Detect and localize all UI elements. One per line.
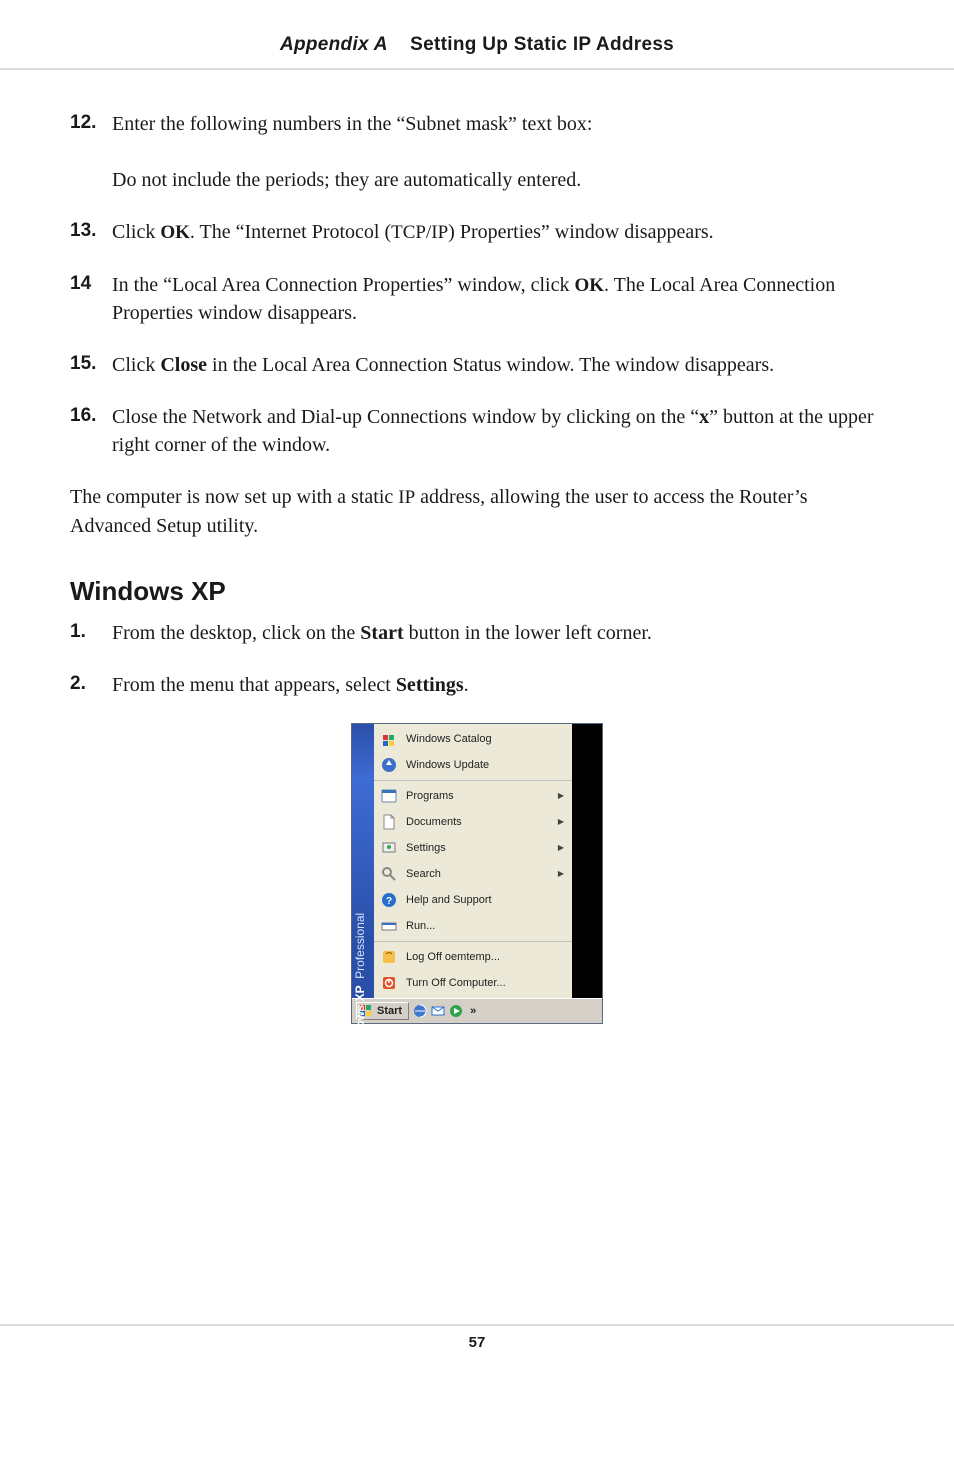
- step-number: 16.: [70, 403, 112, 459]
- step-text: Do not include the periods; they are aut…: [112, 166, 884, 194]
- menu-item-programs[interactable]: Programs ▶: [374, 783, 572, 809]
- xp-step-2: 2. From the menu that appears, select Se…: [70, 671, 884, 699]
- step-text: Click Close in the Local Area Connection…: [112, 351, 884, 379]
- taskbar: Start »: [352, 998, 602, 1023]
- menu-label: Programs: [406, 790, 550, 802]
- settings-label: Settings: [396, 674, 464, 696]
- outlook-icon[interactable]: [431, 1004, 445, 1018]
- chevron-right-icon: ▶: [558, 843, 566, 852]
- menu-item-windows-catalog[interactable]: Windows Catalog: [374, 726, 572, 752]
- appendix-label: Appendix A: [280, 34, 388, 55]
- step-number: 14: [70, 271, 112, 328]
- programs-icon: [380, 787, 398, 805]
- menu-label: Settings: [406, 842, 550, 854]
- close-label: Close: [160, 354, 207, 376]
- step-15: 15. Click Close in the Local Area Connec…: [70, 351, 884, 379]
- logoff-icon: [380, 948, 398, 966]
- start-button-label: Start: [377, 1005, 402, 1017]
- menu-label: Help and Support: [406, 894, 566, 906]
- chevron-right-icon: ▶: [558, 869, 566, 878]
- summary-text: The computer is now set up with a static…: [70, 483, 884, 540]
- run-icon: [380, 917, 398, 935]
- brand-label: Windows XP: [353, 985, 367, 1057]
- menu-item-logoff[interactable]: Log Off oemtemp...: [374, 944, 572, 970]
- svg-text:?: ?: [386, 896, 392, 907]
- help-icon: ?: [380, 891, 398, 909]
- ie-icon[interactable]: [413, 1004, 427, 1018]
- step-text: Enter the following numbers in the “Subn…: [112, 110, 884, 138]
- start-menu-screenshot: Windows XP Professional Windows Catalog: [70, 723, 884, 1024]
- menu-label: Log Off oemtemp...: [406, 951, 566, 963]
- submenu-strip: [572, 724, 602, 998]
- documents-icon: [380, 813, 398, 831]
- ok-label: OK: [574, 275, 604, 296]
- step-number: 12.: [70, 110, 112, 194]
- windows-xp-heading: Windows XP: [70, 576, 884, 607]
- step-text: From the menu that appears, select Setti…: [112, 671, 884, 699]
- power-icon: [380, 974, 398, 992]
- xp-step-1: 1. From the desktop, click on the Start …: [70, 619, 884, 647]
- step-12: 12. Enter the following numbers in the “…: [70, 110, 884, 194]
- menu-item-turnoff[interactable]: Turn Off Computer...: [374, 970, 572, 996]
- menu-item-settings[interactable]: Settings ▶: [374, 835, 572, 861]
- step-number: 13.: [70, 218, 112, 247]
- search-icon: [380, 865, 398, 883]
- menu-item-run[interactable]: Run...: [374, 913, 572, 939]
- step-text: Click OK. The “Internet Protocol (TCP/IP…: [112, 218, 884, 247]
- catalog-icon: [380, 730, 398, 748]
- step-number: 15.: [70, 351, 112, 379]
- step-text: In the “Local Area Connection Properties…: [112, 271, 884, 328]
- menu-label: Search: [406, 868, 550, 880]
- page-footer: 57: [0, 1324, 954, 1351]
- step-number: 2.: [70, 671, 112, 699]
- step-13: 13. Click OK. The “Internet Protocol (TC…: [70, 218, 884, 247]
- menu-item-help[interactable]: ? Help and Support: [374, 887, 572, 913]
- menu-label: Turn Off Computer...: [406, 977, 566, 989]
- step-16: 16. Close the Network and Dial-up Connec…: [70, 403, 884, 459]
- menu-item-search[interactable]: Search ▶: [374, 861, 572, 887]
- step-14: 14 In the “Local Area Connection Propert…: [70, 271, 884, 328]
- tcpip-label: TCP/IP: [391, 222, 448, 243]
- ip-label: IP: [398, 487, 415, 508]
- menu-label: Run...: [406, 920, 566, 932]
- page-number: 57: [469, 1334, 486, 1351]
- menu-item-documents[interactable]: Documents ▶: [374, 809, 572, 835]
- settings-icon: [380, 839, 398, 857]
- start-menu-sideband: Windows XP Professional: [352, 724, 374, 998]
- taskbar-more[interactable]: »: [467, 1005, 479, 1017]
- menu-label: Documents: [406, 816, 550, 828]
- header-title: Setting Up Static IP Address: [410, 34, 674, 55]
- x-label: x: [699, 406, 709, 428]
- step-text: Close the Network and Dial-up Connection…: [112, 403, 884, 459]
- step-text: From the desktop, click on the Start but…: [112, 619, 884, 647]
- menu-label: Windows Update: [406, 759, 566, 771]
- start-label: Start: [360, 622, 403, 644]
- ok-label: OK: [160, 222, 190, 243]
- step-number: 1.: [70, 619, 112, 647]
- menu-label: Windows Catalog: [406, 733, 566, 745]
- menu-item-windows-update[interactable]: Windows Update: [374, 752, 572, 778]
- chevron-right-icon: ▶: [558, 817, 566, 826]
- chevron-right-icon: ▶: [558, 791, 566, 800]
- media-icon[interactable]: [449, 1004, 463, 1018]
- update-icon: [380, 756, 398, 774]
- page-header: Appendix A Setting Up Static IP Address: [0, 0, 954, 70]
